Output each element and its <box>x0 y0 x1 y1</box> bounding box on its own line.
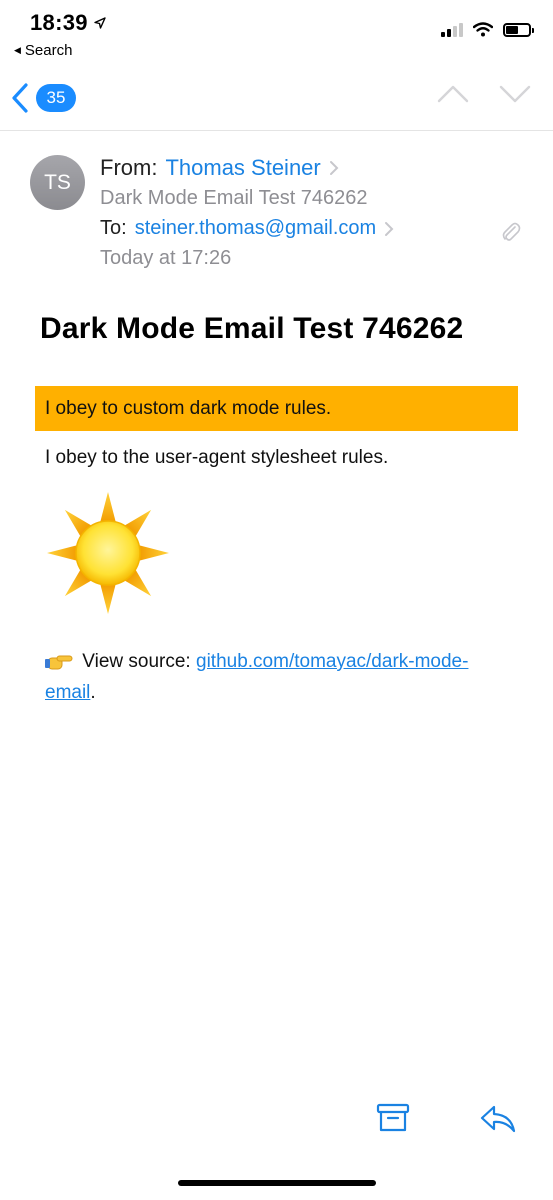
back-to-app-link[interactable]: ◀ Search <box>14 42 72 59</box>
view-source-line: View source: github.com/tomayac/dark-mod… <box>45 646 515 708</box>
paperclip-icon <box>502 222 521 241</box>
to-label: To: <box>100 217 127 239</box>
custom-rules-text: I obey to custom dark mode rules. <box>45 397 332 419</box>
reply-button[interactable] <box>480 1104 516 1134</box>
view-source-label: View source: <box>82 651 191 672</box>
next-message-button[interactable] <box>499 84 531 104</box>
status-time: 18:39 <box>30 10 106 36</box>
status-time-label: 18:39 <box>30 10 88 35</box>
battery-icon <box>503 22 534 37</box>
date-line: Today at 17:26 <box>100 247 232 269</box>
back-triangle-icon: ◀ <box>14 45 21 55</box>
sender-avatar[interactable]: TS <box>30 155 85 210</box>
mail-screen: 18:39 ◀ Search 35 TS From: Thomas Steine… <box>0 0 553 1200</box>
email-body-title: Dark Mode Email Test 746262 <box>40 312 464 345</box>
from-row[interactable]: From: Thomas Steiner <box>100 155 339 181</box>
chevron-right-icon <box>329 161 339 175</box>
ua-rules-text: I obey to the user-agent stylesheet rule… <box>45 447 389 468</box>
wifi-icon <box>473 22 493 37</box>
trailing-period: . <box>90 682 96 703</box>
to-row[interactable]: To: steiner.thomas@gmail.com <box>100 217 394 240</box>
back-to-inbox-button[interactable]: 35 <box>10 82 76 114</box>
sun-icon <box>47 492 169 614</box>
pointing-hand-icon <box>45 655 73 670</box>
chevron-left-icon <box>12 83 28 113</box>
home-indicator[interactable] <box>178 1180 376 1186</box>
location-arrow-icon <box>94 17 106 29</box>
previous-message-button[interactable] <box>437 84 469 104</box>
recipient-address[interactable]: steiner.thomas@gmail.com <box>135 217 377 240</box>
nav-divider <box>0 130 553 131</box>
source-link-part-1: github.com/tomayac/dark-mode- <box>196 651 469 672</box>
chevron-right-icon <box>385 221 394 236</box>
subject-line: Dark Mode Email Test 746262 <box>100 187 368 209</box>
archive-button[interactable] <box>376 1103 410 1133</box>
message-navigation <box>437 84 531 104</box>
source-link-part-2: email <box>45 682 91 703</box>
custom-rules-block: I obey to custom dark mode rules. <box>35 386 518 431</box>
back-to-app-label: Search <box>24 42 73 59</box>
from-label: From: <box>100 155 158 180</box>
sender-name[interactable]: Thomas Steiner <box>165 155 320 181</box>
status-icons <box>441 22 534 37</box>
unread-count-badge: 35 <box>36 84 76 112</box>
cellular-signal-icon <box>441 22 463 37</box>
